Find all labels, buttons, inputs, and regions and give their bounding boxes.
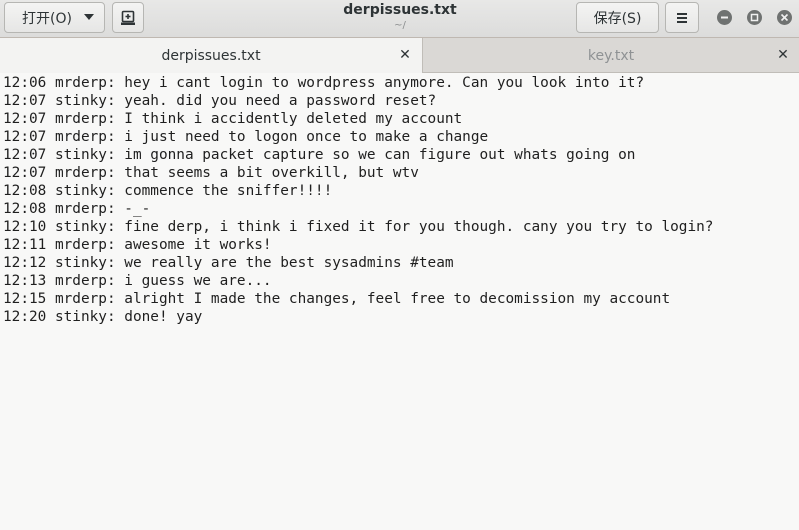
tab-key[interactable]: key.txt ✕ (423, 38, 799, 73)
text-line: 12:12 stinky: we really are the best sys… (3, 255, 454, 271)
document-path: ~/ (394, 20, 406, 31)
tab-bar: derpissues.txt ✕ key.txt ✕ (0, 38, 799, 73)
tab-label: key.txt (587, 47, 635, 64)
tab-close-icon[interactable]: ✕ (776, 48, 790, 62)
open-button-label: 打开(O) (22, 10, 72, 27)
maximize-icon (750, 13, 759, 22)
menu-button[interactable] (665, 2, 699, 33)
document-lines: 12:06 mrderp: hey i cant login to wordpr… (3, 74, 713, 326)
text-line: 12:07 mrderp: i just need to logon once … (3, 129, 489, 145)
minimize-button[interactable] (717, 10, 732, 25)
text-line: 12:15 mrderp: alright I made the changes… (3, 291, 671, 307)
text-line: 12:11 mrderp: awesome it works! (3, 237, 272, 253)
open-button[interactable]: 打开(O) (4, 2, 105, 33)
text-line: 12:06 mrderp: hey i cant login to wordpr… (3, 75, 645, 91)
tab-close-icon[interactable]: ✕ (398, 48, 412, 62)
text-line: 12:08 mrderp: -_- (3, 201, 151, 217)
tab-derpissues[interactable]: derpissues.txt ✕ (0, 38, 423, 73)
close-window-button[interactable] (777, 10, 792, 25)
text-line: 12:07 stinky: im gonna packet capture so… (3, 147, 636, 163)
new-document-button[interactable] (112, 2, 144, 33)
maximize-button[interactable] (747, 10, 762, 25)
text-line: 12:20 stinky: done! yay (3, 309, 203, 325)
text-line: 12:07 stinky: yeah. did you need a passw… (3, 93, 437, 109)
header-bar: 打开(O) derpissues.txt ~/ 保存(S) (0, 0, 799, 38)
document-title: derpissues.txt (343, 2, 457, 18)
save-button-label: 保存(S) (593, 10, 642, 27)
chevron-down-icon (84, 14, 94, 20)
hamburger-menu-icon (677, 12, 687, 23)
window-title: derpissues.txt ~/ (250, 1, 550, 33)
tab-label: derpissues.txt (161, 47, 261, 64)
text-line: 12:07 mrderp: that seems a bit overkill,… (3, 165, 419, 181)
text-line: 12:13 mrderp: i guess we are... (3, 273, 272, 289)
text-line: 12:08 stinky: commence the sniffer!!!! (3, 183, 333, 199)
text-editor-area[interactable]: 12:06 mrderp: hey i cant login to wordpr… (0, 73, 799, 530)
new-document-icon (121, 10, 135, 25)
text-line: 12:07 mrderp: I think i accidently delet… (3, 111, 463, 127)
close-icon (780, 13, 789, 22)
text-line: 12:10 stinky: fine derp, i think i fixed… (3, 219, 714, 235)
save-button[interactable]: 保存(S) (576, 2, 659, 33)
minimize-icon (721, 16, 728, 19)
